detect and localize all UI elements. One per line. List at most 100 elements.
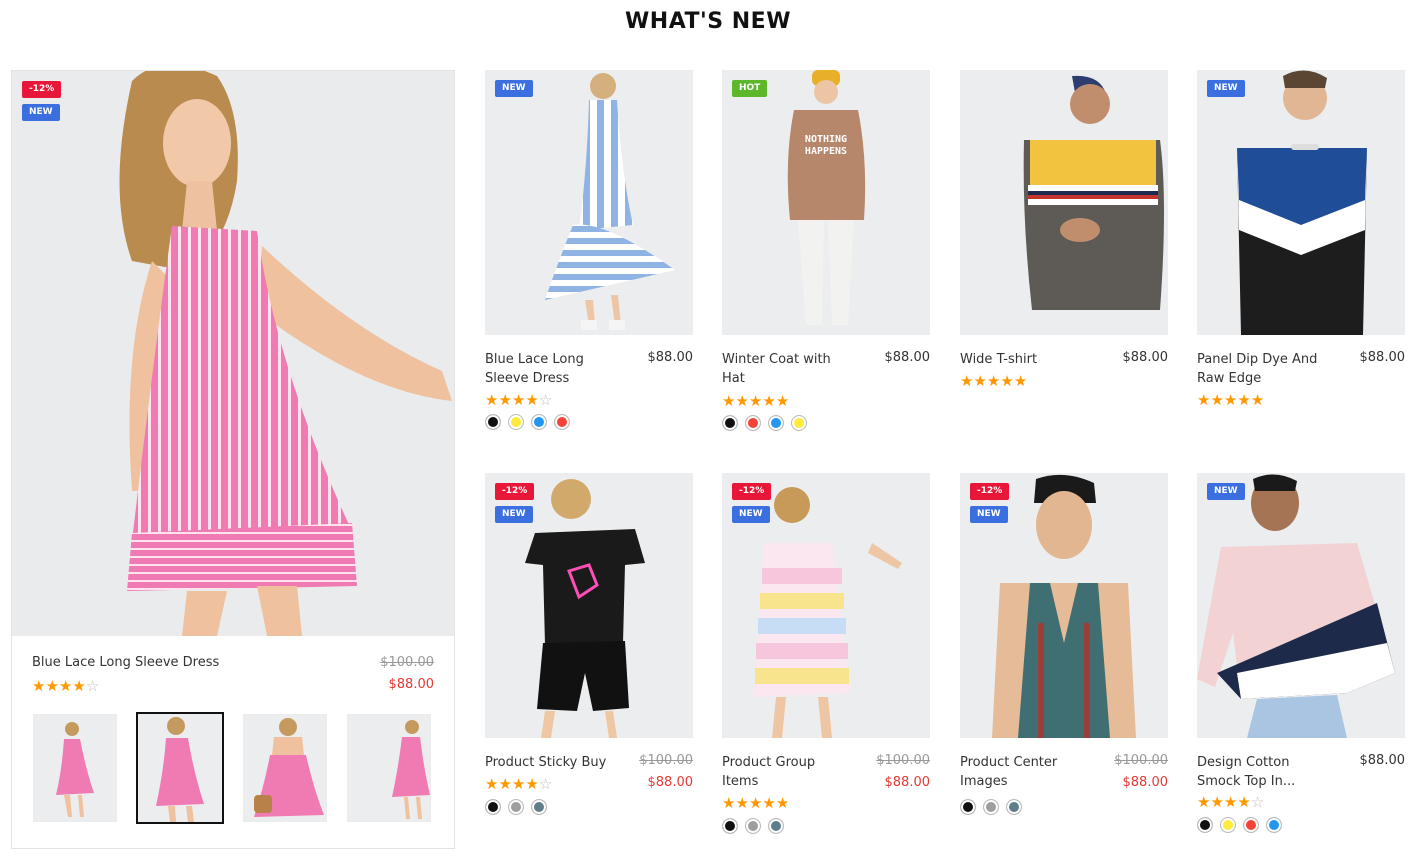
product-image[interactable]: NOTHING HAPPENS <box>722 70 930 335</box>
star-icon: ★ <box>722 392 736 410</box>
new-badge: NEW <box>495 80 533 97</box>
featured-product-rating: ★★★★☆ <box>32 676 99 695</box>
featured-product-price: $88.00 <box>388 677 435 692</box>
color-swatch[interactable] <box>485 414 501 430</box>
star-icon: ★ <box>960 372 974 390</box>
product-old-price: $100.00 <box>876 753 930 768</box>
product-image[interactable] <box>1197 70 1405 335</box>
new-badge: NEW <box>495 506 533 523</box>
product-name[interactable]: Design Cotton Smock Top In... <box>1197 753 1327 791</box>
product-old-price: $100.00 <box>639 753 693 768</box>
product-price: $88.00 <box>1359 350 1406 365</box>
color-swatch[interactable] <box>791 415 807 431</box>
color-swatch[interactable] <box>722 415 738 431</box>
star-icon: ★ <box>735 392 749 410</box>
color-swatch[interactable] <box>554 414 570 430</box>
product-image[interactable] <box>960 70 1168 335</box>
star-icon: ☆ <box>538 391 553 409</box>
color-swatch[interactable] <box>531 799 547 815</box>
star-icon: ★ <box>72 677 86 695</box>
star-icon: ★ <box>32 677 46 695</box>
star-icon: ★ <box>45 677 59 695</box>
product-rating: ★★★★★ <box>722 391 789 410</box>
new-badge: NEW <box>1207 483 1245 500</box>
thumbnail-front-view[interactable] <box>33 714 117 822</box>
star-icon: ★ <box>775 794 790 812</box>
star-icon: ★ <box>485 391 499 409</box>
product-rating: ★★★★☆ <box>485 774 552 793</box>
color-swatch[interactable] <box>508 799 524 815</box>
color-swatch[interactable] <box>531 414 547 430</box>
star-icon: ★ <box>1000 372 1014 390</box>
product-name[interactable]: Product Center Images <box>960 753 1090 791</box>
product-price: $88.00 <box>1122 350 1169 365</box>
product-price: $88.00 <box>647 775 694 790</box>
star-icon: ★ <box>511 775 526 793</box>
thumbnail-side-view[interactable] <box>347 714 431 822</box>
product-name[interactable]: Panel Dip Dye And Raw Edge <box>1197 350 1327 388</box>
color-swatch[interactable] <box>960 799 976 815</box>
color-swatch[interactable] <box>1266 817 1282 833</box>
color-swatch[interactable] <box>983 799 999 815</box>
star-icon: ★ <box>1210 793 1224 811</box>
color-swatches <box>722 415 807 431</box>
star-icon: ★ <box>775 392 790 410</box>
featured-product-card[interactable]: -12% NEW Blue Lace Long Sleeve Dress $10… <box>11 70 455 849</box>
sale-badge: -12% <box>22 81 62 98</box>
color-swatch[interactable] <box>745 415 761 431</box>
thumbnail-front-close-view[interactable] <box>136 712 224 824</box>
featured-product-name[interactable]: Blue Lace Long Sleeve Dress <box>32 655 219 670</box>
star-icon: ★ <box>1237 391 1251 409</box>
star-icon: ★ <box>511 391 526 409</box>
new-badge: NEW <box>732 506 770 523</box>
color-swatch[interactable] <box>1197 817 1213 833</box>
sale-badge: -12% <box>495 483 535 500</box>
color-swatch[interactable] <box>1243 817 1259 833</box>
product-rating: ★★★★☆ <box>1197 792 1264 811</box>
star-icon: ★ <box>58 677 73 695</box>
product-name[interactable]: Product Sticky Buy <box>485 753 615 772</box>
star-icon: ☆ <box>85 677 100 695</box>
star-icon: ★ <box>986 372 1001 390</box>
new-badge: NEW <box>970 506 1008 523</box>
star-icon: ★ <box>1197 793 1211 811</box>
product-name[interactable]: Winter Coat with Hat <box>722 350 852 388</box>
thumbnail-back-view[interactable] <box>243 714 327 822</box>
product-name[interactable]: Blue Lace Long Sleeve Dress <box>485 350 615 388</box>
product-price: $88.00 <box>884 775 931 790</box>
color-swatch[interactable] <box>1006 799 1022 815</box>
featured-product-image[interactable]: -12% NEW <box>12 71 454 636</box>
color-swatch[interactable] <box>1220 817 1236 833</box>
color-swatch[interactable] <box>745 818 761 834</box>
star-icon: ★ <box>1013 372 1028 390</box>
new-badge: NEW <box>22 104 60 121</box>
star-icon: ★ <box>748 794 763 812</box>
product-price: $88.00 <box>884 350 931 365</box>
star-icon: ★ <box>498 775 512 793</box>
product-rating: ★★★★☆ <box>485 390 552 409</box>
product-name[interactable]: Product Group Items <box>722 753 852 791</box>
sale-badge: -12% <box>732 483 772 500</box>
featured-thumbnails <box>12 711 454 824</box>
star-icon: ★ <box>762 794 776 812</box>
color-swatch[interactable] <box>722 818 738 834</box>
product-name[interactable]: Wide T-shirt <box>960 350 1090 369</box>
star-icon: ★ <box>1250 391 1265 409</box>
color-swatch[interactable] <box>508 414 524 430</box>
star-icon: ★ <box>973 372 987 390</box>
star-icon: ★ <box>1223 793 1238 811</box>
color-swatch[interactable] <box>485 799 501 815</box>
star-icon: ★ <box>1237 793 1251 811</box>
product-image[interactable] <box>485 70 693 335</box>
color-swatch[interactable] <box>768 818 784 834</box>
color-swatches <box>960 799 1022 815</box>
star-icon: ☆ <box>538 775 553 793</box>
star-icon: ★ <box>525 775 539 793</box>
product-image[interactable] <box>1197 473 1405 738</box>
star-icon: ★ <box>762 392 776 410</box>
star-icon: ★ <box>485 775 499 793</box>
star-icon: ★ <box>1197 391 1211 409</box>
color-swatch[interactable] <box>768 415 784 431</box>
product-rating: ★★★★★ <box>960 371 1027 390</box>
section-title: WHAT'S NEW <box>625 9 791 34</box>
